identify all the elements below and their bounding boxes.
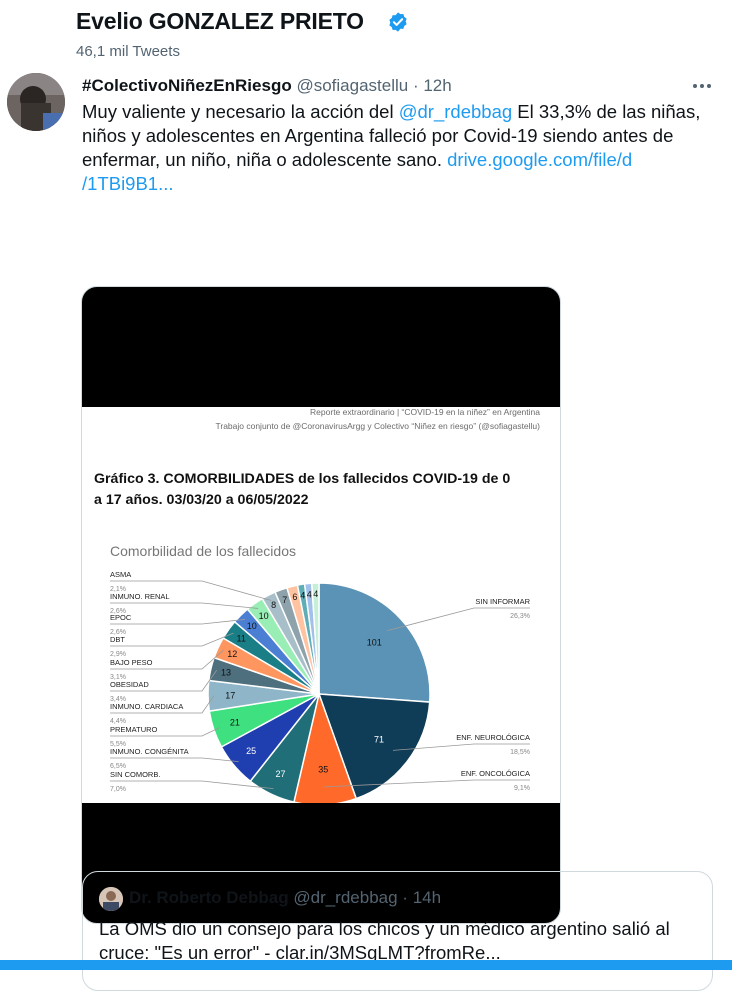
url-link[interactable]: drive.google.com/file/d bbox=[447, 149, 632, 170]
category-label: PREMATURO bbox=[110, 725, 158, 734]
profile-header: Evelio GONZALEZ PRIETO 46,1 mil Tweets bbox=[0, 0, 732, 70]
avatar[interactable] bbox=[7, 73, 65, 131]
quote-display-name[interactable]: Dr. Roberto Debbag bbox=[129, 888, 289, 907]
separator: · bbox=[408, 76, 424, 95]
url-link-cont[interactable]: /1TBi9B1... bbox=[82, 173, 174, 194]
tweet-text-part: Muy valiente y necesario la acción del bbox=[82, 101, 399, 122]
profile-name[interactable]: Evelio GONZALEZ PRIETO bbox=[76, 8, 364, 35]
tweet-meta: #ColectivoNiñezEnRiesgo @sofiagastellu ·… bbox=[82, 76, 452, 96]
category-label: EPOC bbox=[110, 613, 132, 622]
category-label: ENF. NEUROLÓGICA bbox=[456, 733, 530, 742]
slice-value-label: 71 bbox=[374, 735, 384, 745]
quote-text-line1: La OMS dio un consejo para los chicos y … bbox=[99, 918, 670, 939]
slice-value-label: 35 bbox=[318, 764, 328, 774]
quote-meta: Dr. Roberto Debbag @dr_rdebbag · 14h bbox=[129, 888, 441, 908]
slice-value-label: 101 bbox=[367, 638, 382, 648]
display-name[interactable]: #ColectivoNiñezEnRiesgo bbox=[82, 76, 292, 95]
slice-value-label: 13 bbox=[221, 667, 231, 677]
slice-value-label: 10 bbox=[259, 611, 269, 621]
pie-chart: 10171352725211713121110108 7 6 4 4 4ASMA2,1%I… bbox=[110, 570, 531, 803]
percent-label: 4,4% bbox=[110, 718, 126, 725]
quote-text: La OMS dio un consejo para los chicos y … bbox=[99, 917, 699, 965]
report-page: Reporte extraordinario | “COVID-19 en la… bbox=[82, 407, 560, 803]
slice-value-label: 4 bbox=[307, 590, 312, 600]
avatar-photo bbox=[7, 73, 65, 131]
media-image[interactable]: Reporte extraordinario | “COVID-19 en la… bbox=[81, 286, 561, 924]
slice-value-label: 4 bbox=[313, 589, 318, 599]
percent-label: 9,1% bbox=[514, 785, 530, 792]
callout-line bbox=[110, 602, 259, 609]
tweet-text: Muy valiente y necesario la acción del @… bbox=[82, 100, 722, 196]
category-label: ENF. ONCOLÓGICA bbox=[461, 769, 530, 778]
tweet-count: 46,1 mil Tweets bbox=[76, 43, 180, 60]
callout-line bbox=[110, 632, 234, 647]
category-label: SIN INFORMAR bbox=[475, 597, 530, 606]
more-icon[interactable] bbox=[690, 78, 714, 94]
category-label: ASMA bbox=[110, 570, 131, 579]
quote-separator: · bbox=[397, 888, 413, 907]
handle[interactable]: @sofiagastellu bbox=[296, 76, 408, 95]
slice-value-label: 25 bbox=[246, 746, 256, 756]
timestamp[interactable]: 12h bbox=[423, 76, 451, 95]
percent-label: 26,3% bbox=[510, 613, 530, 620]
category-label: INMUNO. CARDIACA bbox=[110, 702, 183, 711]
callout-line bbox=[110, 757, 239, 763]
quoted-tweet[interactable]: Dr. Roberto Debbag @dr_rdebbag · 14h La … bbox=[82, 871, 713, 991]
slice-value-label: 17 bbox=[225, 690, 235, 700]
slice-value-label: 7 bbox=[282, 595, 287, 605]
mention-link[interactable]: @dr_rdebbag bbox=[399, 101, 512, 122]
slice-value-label: 10 bbox=[247, 621, 257, 631]
slice-value-label: 12 bbox=[227, 649, 237, 659]
quote-timestamp[interactable]: 14h bbox=[413, 888, 441, 907]
slice-value-label: 4 bbox=[300, 590, 305, 600]
slice-value-label: 8 bbox=[271, 600, 276, 610]
percent-label: 7,0% bbox=[110, 786, 126, 793]
tweet-text-part: El 33,3% de las niñas, bbox=[512, 101, 701, 122]
quote-avatar[interactable] bbox=[99, 887, 123, 911]
tweet-text-part: enfermar, un niño, niña o adolescente sa… bbox=[82, 149, 448, 170]
category-label: OBESIDAD bbox=[110, 680, 149, 689]
slice-value-label: 21 bbox=[230, 717, 240, 727]
tweet-text-part: niños y adolescentes en Argentina fallec… bbox=[82, 125, 674, 146]
category-label: SIN COMORB. bbox=[110, 770, 160, 779]
percent-label: 18,5% bbox=[510, 749, 530, 756]
percent-label: 6,5% bbox=[110, 763, 126, 770]
category-label: INMUNO. RENAL bbox=[110, 592, 170, 601]
quote-handle[interactable]: @dr_rdebbag bbox=[293, 888, 397, 907]
slice-value-label: 11 bbox=[237, 634, 246, 644]
callout-line bbox=[110, 780, 274, 790]
category-label: DBT bbox=[110, 635, 125, 644]
bottom-bar bbox=[0, 960, 732, 970]
percent-label: 2,9% bbox=[110, 651, 126, 658]
slice-value-label: 27 bbox=[276, 769, 286, 779]
category-label: BAJO PESO bbox=[110, 658, 153, 667]
verified-badge-icon bbox=[389, 12, 407, 32]
slice-value-label: 6 bbox=[292, 592, 297, 602]
category-label: INMUNO. CONGÉNITA bbox=[110, 747, 189, 756]
quote-avatar-photo bbox=[99, 887, 123, 911]
